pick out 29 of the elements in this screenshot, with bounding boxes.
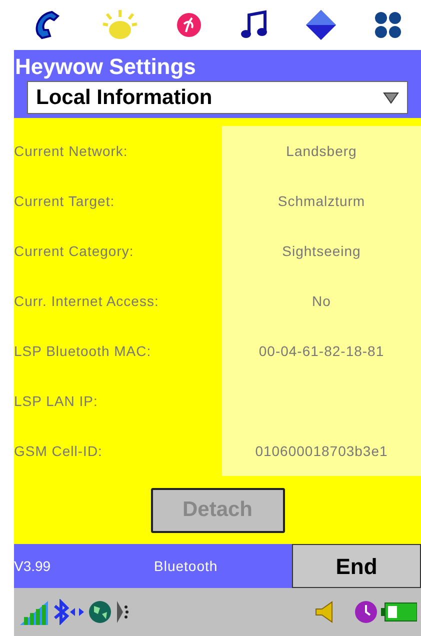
field-label: Current Category: bbox=[14, 242, 135, 261]
version-label: V3.99 bbox=[14, 556, 52, 576]
diamond-icon[interactable] bbox=[304, 8, 338, 42]
signal-icon bbox=[18, 599, 48, 625]
battery-icon bbox=[381, 601, 417, 623]
bluetooth-icon bbox=[51, 599, 85, 625]
value-cell: 00-04-61-82-18-81 bbox=[222, 326, 421, 376]
value-cell: Sightseeing bbox=[222, 226, 421, 276]
apps-grid-icon[interactable] bbox=[373, 10, 404, 40]
field-label: Curr. Internet Access: bbox=[14, 292, 160, 310]
vibrate-icon bbox=[115, 599, 129, 625]
field-label: LSP Bluetooth MAC: bbox=[14, 342, 152, 360]
field-label: Current Network: bbox=[14, 142, 129, 160]
music-note-icon[interactable] bbox=[239, 9, 270, 41]
speaker-icon bbox=[314, 600, 334, 624]
dropdown-caret-icon bbox=[383, 92, 399, 104]
value-cell: 010600018703b3e1 bbox=[222, 426, 421, 476]
globe-icon bbox=[88, 600, 112, 624]
value-cell: No bbox=[222, 276, 421, 326]
connection-label: Bluetooth bbox=[154, 556, 219, 576]
section-dropdown[interactable]: Local Information bbox=[27, 81, 408, 114]
end-button[interactable]: End bbox=[292, 544, 421, 588]
field-label: GSM Cell-ID: bbox=[14, 442, 104, 460]
field-label: Current Target: bbox=[14, 192, 116, 211]
value-cell: Landsberg bbox=[222, 126, 421, 176]
value-cell: Schmalzturm bbox=[222, 176, 421, 226]
app-title: Heywow Settings bbox=[14, 53, 197, 81]
clock-icon bbox=[354, 600, 378, 624]
field-label: LSP LAN IP: bbox=[14, 392, 99, 410]
